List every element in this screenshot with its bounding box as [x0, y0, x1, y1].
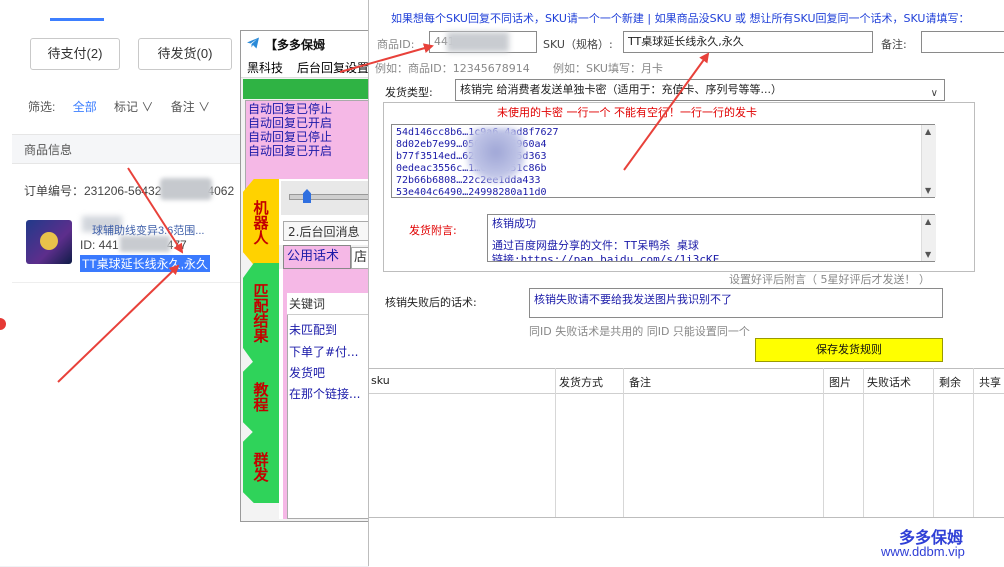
product-id-example: 例如：商品ID：12345678914: [375, 62, 530, 75]
ship-type-select[interactable]: 核销完 给消费者发送单独卡密（适用于：充值卡、序列号等等...） ∨: [455, 79, 945, 101]
product-id-label: 商品ID:: [377, 38, 415, 51]
reply-status-log: 自动回复已停止 自动回复已开启 自动回复已停止 自动回复已开启: [245, 100, 371, 190]
keyword-item[interactable]: 未匹配到: [289, 321, 337, 338]
attach-message-label: 发货附言:: [409, 224, 457, 237]
keys-scrollbar[interactable]: ▲ ▼: [921, 125, 936, 197]
ship-type-label: 发货类型:: [385, 86, 433, 99]
tab-common-phrases[interactable]: 公用话术: [283, 245, 351, 269]
attach-message-textarea[interactable]: 核销成功 通过百度网盘分享的文件：TT呆鸭杀 桌球 链接:https://pan…: [487, 214, 935, 262]
key-line: 53e404c6490…24998280a11d0: [396, 187, 547, 198]
product-thumbnail[interactable]: [26, 220, 72, 264]
filter-tag-dropdown[interactable]: 标记 ∨: [114, 100, 153, 114]
scroll-up-icon[interactable]: ▲: [925, 127, 931, 136]
menu-black-tech[interactable]: 黑科技: [247, 59, 283, 76]
chevron-down-icon: ∨: [930, 88, 938, 99]
menu-reply-settings[interactable]: 后台回复设置: [297, 59, 369, 76]
log-line: 自动回复已停止: [248, 102, 333, 116]
pending-payment-button[interactable]: 待支付(2): [30, 38, 120, 70]
redacted-blur: [447, 32, 509, 52]
tab-backend-reply[interactable]: 2.后台回消息: [283, 221, 371, 241]
note-input[interactable]: [921, 31, 1004, 53]
col-header[interactable]: 剩余: [939, 374, 961, 390]
tab-robot[interactable]: 机器人: [243, 179, 279, 265]
good-review-note[interactable]: 设置好评后附言（ 5星好评后才发送！ ）: [729, 271, 930, 287]
keyword-item[interactable]: 下单了#付...: [289, 343, 359, 360]
status-bar: [243, 79, 371, 99]
redacted-blur: [467, 128, 525, 188]
active-tab-underline: [50, 18, 104, 21]
keyword-item[interactable]: 发货吧: [289, 364, 325, 381]
filter-all[interactable]: 全部: [73, 100, 97, 114]
fail-message-hint: 同ID 失败话术是共用的 同ID 只能设置同一个: [529, 325, 750, 338]
filter-row: 筛选: 全部 标记 ∨ 备注 ∨: [28, 98, 224, 115]
note-label: 备注:: [881, 38, 907, 51]
save-rule-button[interactable]: 保存发货规则: [755, 338, 943, 362]
grid-divider: [623, 368, 624, 518]
grid-divider: [933, 368, 934, 518]
sku-example: 例如：SKU填写：月卡: [553, 62, 663, 75]
unused-keys-title: 未使用的卡密 一行一个 不能有空行！一行一行的发卡: [497, 106, 757, 119]
tab-tutorial[interactable]: 教程: [243, 361, 279, 433]
pending-shipment-button[interactable]: 待发货(0): [138, 38, 232, 70]
keyword-header: 关键词: [287, 293, 371, 315]
vertical-tab-strip: 机器人 匹配结果 教程 群发: [243, 179, 279, 519]
grid-divider: [863, 368, 864, 518]
col-header[interactable]: sku: [371, 374, 390, 387]
grid-divider: [555, 368, 556, 518]
sku-input[interactable]: TT桌球延长线永久,永久: [623, 31, 873, 53]
scroll-down-icon[interactable]: ▼: [925, 186, 931, 195]
window-title: 【多多保姆: [265, 38, 326, 52]
log-line: 自动回复已开启: [248, 144, 333, 158]
fail-message-input[interactable]: 核销失败请不要给我发送图片我识别不了: [529, 288, 943, 318]
col-header[interactable]: 共享: [979, 374, 1001, 390]
col-header[interactable]: 备注: [629, 374, 651, 390]
log-line: 自动回复已开启: [248, 116, 333, 130]
sku-label: SKU（规格）:: [543, 38, 613, 51]
redacted-blur: [120, 236, 170, 252]
telegram-icon: [247, 37, 259, 49]
grid-divider: [823, 368, 824, 518]
attach-scrollbar[interactable]: ▲ ▼: [921, 215, 936, 261]
col-header[interactable]: 图片: [829, 374, 851, 390]
filter-label: 筛选:: [28, 100, 56, 114]
filter-note-dropdown[interactable]: 备注 ∨: [171, 100, 210, 114]
tab-broadcast[interactable]: 群发: [243, 431, 279, 503]
slider-track[interactable]: [289, 194, 371, 200]
shipping-rule-window: 如果想每个SKU回复不同话术，SKU请一个一个新建 | 如果商品没SKU 或 想…: [368, 0, 1004, 567]
product-sku-highlight: TT桌球延长线永久,永久: [80, 255, 210, 272]
col-header[interactable]: 失败话术: [867, 374, 911, 390]
menu-bar: 黑科技 后台回复设置: [241, 55, 371, 78]
fail-message-label: 核销失败后的话术:: [385, 296, 477, 309]
col-header[interactable]: 发货方式: [559, 374, 603, 390]
tab-match-results[interactable]: 匹配结果: [243, 263, 279, 363]
keyword-item[interactable]: 在那个链接...: [289, 385, 360, 402]
grid-divider: [973, 368, 974, 518]
rules-table-header: sku 发货方式 备注 图片 失败话术 剩余 共享: [369, 368, 1004, 394]
bot-window: 【多多保姆 黑科技 后台回复设置 自动回复已停止 自动回复已开启 自动回复已停止…: [240, 30, 372, 522]
watermark-url: www.ddbm.vip: [881, 544, 965, 559]
scroll-down-icon[interactable]: ▼: [925, 250, 931, 259]
product-info-header: 商品信息: [24, 143, 73, 157]
window-titlebar: 【多多保姆: [241, 31, 371, 55]
redacted-blur: [160, 178, 212, 200]
scroll-up-icon[interactable]: ▲: [925, 217, 931, 226]
sku-instruction-note: 如果想每个SKU回复不同话术，SKU请一个一个新建 | 如果商品没SKU 或 想…: [391, 12, 970, 25]
notification-dot: [0, 318, 6, 330]
log-line: 自动回复已停止: [248, 130, 333, 144]
